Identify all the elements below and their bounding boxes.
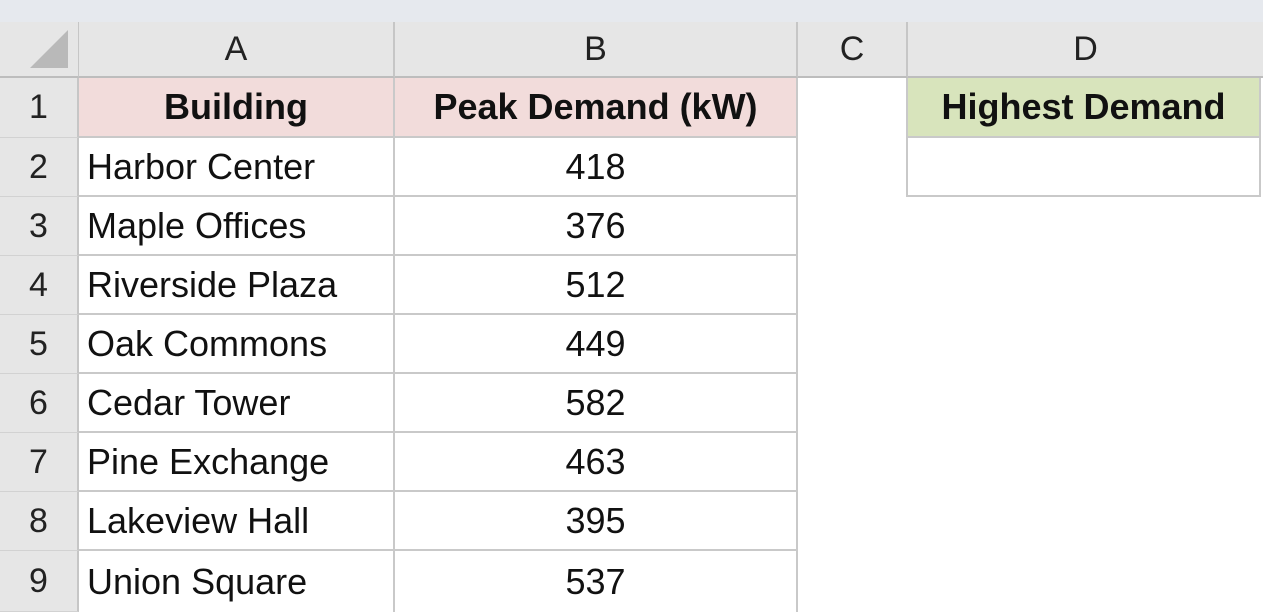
cell-b9[interactable]: 537: [395, 551, 798, 612]
cell-d1-highest-demand-header[interactable]: Highest Demand: [906, 78, 1261, 138]
row-header-6[interactable]: 6: [0, 374, 79, 433]
row-header-5[interactable]: 5: [0, 315, 79, 374]
cell-b7[interactable]: 463: [395, 433, 798, 492]
cell-b6[interactable]: 582: [395, 374, 798, 433]
cell-b4[interactable]: 512: [395, 256, 798, 315]
cell-b5[interactable]: 449: [395, 315, 798, 374]
row-header-9[interactable]: 9: [0, 551, 79, 612]
row-header-4[interactable]: 4: [0, 256, 79, 315]
cell-a3[interactable]: Maple Offices: [79, 197, 395, 256]
cell-a5[interactable]: Oak Commons: [79, 315, 395, 374]
select-all-triangle-icon: [30, 30, 68, 68]
cell-a8[interactable]: Lakeview Hall: [79, 492, 395, 551]
cell-b1-peak-demand-header[interactable]: Peak Demand (kW): [395, 78, 798, 138]
toolbar-strip: [0, 0, 1263, 22]
cell-a6[interactable]: Cedar Tower: [79, 374, 395, 433]
cell-d2-highest-demand-value[interactable]: [906, 138, 1261, 197]
cell-a1-building-header[interactable]: Building: [79, 78, 395, 138]
column-header-a[interactable]: A: [79, 22, 395, 78]
cell-a7[interactable]: Pine Exchange: [79, 433, 395, 492]
row-header-2[interactable]: 2: [0, 138, 79, 197]
spreadsheet: A B C D 1 2 3 4 5 6 7 8 9 Building Peak …: [0, 0, 1263, 612]
row-header-3[interactable]: 3: [0, 197, 79, 256]
select-all-button[interactable]: [0, 22, 79, 78]
cell-b3[interactable]: 376: [395, 197, 798, 256]
cell-a2[interactable]: Harbor Center: [79, 138, 395, 197]
column-header-d[interactable]: D: [908, 22, 1263, 78]
cell-b8[interactable]: 395: [395, 492, 798, 551]
column-header-c[interactable]: C: [798, 22, 908, 78]
row-header-8[interactable]: 8: [0, 492, 79, 551]
cell-a9[interactable]: Union Square: [79, 551, 395, 612]
cell-b2[interactable]: 418: [395, 138, 798, 197]
row-header-7[interactable]: 7: [0, 433, 79, 492]
row-header-1[interactable]: 1: [0, 78, 79, 138]
column-header-b[interactable]: B: [395, 22, 798, 78]
cell-a4[interactable]: Riverside Plaza: [79, 256, 395, 315]
